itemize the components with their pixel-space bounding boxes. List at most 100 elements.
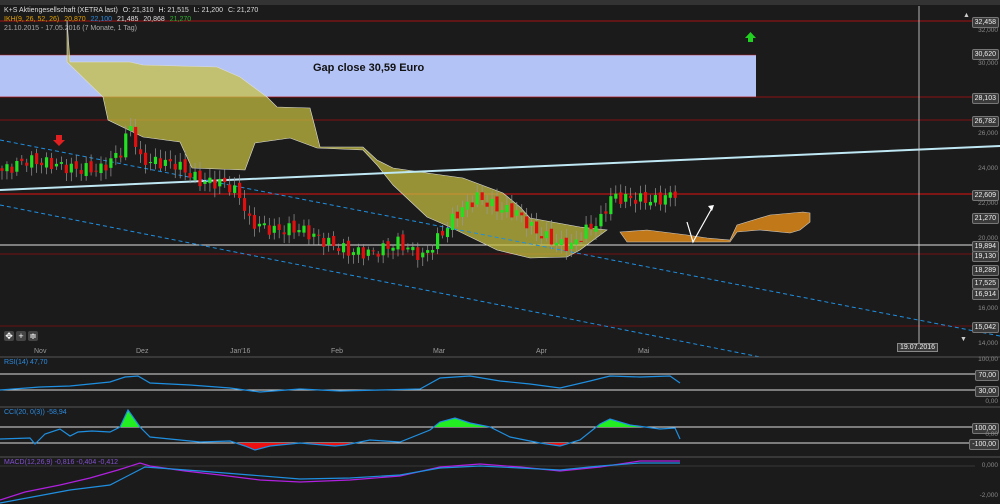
instrument-info: K+S Aktiengesellschaft (XETRA last) O: 2… bbox=[4, 7, 261, 14]
candle bbox=[391, 247, 395, 251]
candle bbox=[658, 192, 662, 205]
candle bbox=[564, 237, 568, 252]
price-tag: 18,289 bbox=[971, 265, 999, 276]
candle bbox=[252, 215, 257, 229]
chart-canvas[interactable] bbox=[0, 0, 1000, 504]
price-axis-label: 32,000 bbox=[978, 27, 998, 34]
cci-axis-label: 0,00 bbox=[985, 431, 998, 438]
candle bbox=[663, 195, 667, 205]
ikh-info: IKH(9, 26, 52, 26) 20,870 22,100 21,485 … bbox=[4, 16, 194, 23]
candle bbox=[544, 231, 549, 239]
candle bbox=[233, 185, 237, 193]
candle bbox=[15, 161, 19, 172]
candle bbox=[416, 247, 420, 260]
price-tag: 21,270 bbox=[971, 213, 999, 224]
close-value: C: 21,270 bbox=[227, 7, 259, 14]
candle bbox=[440, 230, 445, 236]
candle bbox=[188, 173, 192, 178]
candle bbox=[163, 159, 167, 166]
month-label: Jan'16 bbox=[230, 348, 251, 355]
candle bbox=[228, 184, 232, 193]
candle bbox=[554, 242, 558, 246]
candle bbox=[59, 162, 63, 164]
candle bbox=[54, 163, 59, 167]
instrument-name: K+S Aktiengesellschaft (XETRA last) bbox=[4, 7, 118, 14]
candle bbox=[559, 239, 563, 246]
price-axis-label: 14,000 bbox=[978, 340, 998, 347]
candle bbox=[223, 177, 227, 183]
candle bbox=[104, 164, 108, 171]
future-cloud bbox=[619, 211, 811, 243]
scroll-up-icon[interactable]: ▲ bbox=[963, 12, 970, 19]
trend-line[interactable] bbox=[0, 145, 1000, 191]
candle bbox=[594, 226, 598, 232]
candle bbox=[604, 211, 608, 214]
candle bbox=[25, 162, 29, 166]
red-down-arrow-icon bbox=[53, 135, 65, 146]
candle bbox=[445, 228, 450, 238]
candle bbox=[153, 156, 158, 165]
candle bbox=[173, 163, 177, 170]
candle bbox=[535, 221, 539, 234]
macd-label[interactable]: MACD(12,26,9) -0,816 -0,404 -0,412 bbox=[4, 459, 118, 466]
price-axis-label: 16,000 bbox=[978, 305, 998, 312]
candle bbox=[262, 223, 266, 226]
candle bbox=[579, 240, 583, 242]
candle bbox=[569, 242, 573, 250]
candle bbox=[406, 247, 410, 250]
candle bbox=[322, 237, 326, 247]
ikh-label[interactable]: IKH(9, 26, 52, 26) bbox=[4, 16, 59, 23]
price-tag: 15,042 bbox=[971, 322, 999, 333]
candle bbox=[510, 203, 514, 218]
candle bbox=[297, 230, 301, 233]
candle bbox=[178, 161, 182, 170]
candle bbox=[539, 236, 544, 239]
candle bbox=[267, 225, 271, 235]
high-value: H: 21,515 bbox=[158, 7, 189, 14]
candle bbox=[198, 170, 202, 187]
month-label: Mar bbox=[433, 348, 446, 355]
candle bbox=[361, 247, 365, 259]
date-range: 21.10.2015 - 17.05.2016 (7 Monate, 1 Tag… bbox=[4, 25, 137, 32]
scroll-down-icon[interactable]: ▼ bbox=[960, 336, 967, 343]
resize-icon[interactable]: ≑ bbox=[28, 331, 38, 341]
add-panel-icon[interactable]: + bbox=[16, 331, 26, 341]
candle bbox=[0, 168, 4, 171]
candle bbox=[99, 163, 103, 174]
candle bbox=[242, 198, 247, 211]
price-axis-label: 24,000 bbox=[978, 165, 998, 172]
candle bbox=[109, 158, 113, 168]
candle bbox=[599, 213, 603, 227]
month-label: Mai bbox=[638, 348, 650, 355]
candle bbox=[505, 205, 509, 213]
move-icon[interactable]: ✥ bbox=[4, 331, 14, 341]
candle bbox=[485, 202, 489, 207]
candle bbox=[218, 178, 222, 187]
rsi-axis-label: 0,00 bbox=[985, 398, 998, 405]
cci-label[interactable]: CCI(20, 0(3)) -58,94 bbox=[4, 409, 67, 416]
candle bbox=[337, 248, 341, 252]
price-tag: 30,620 bbox=[971, 49, 999, 60]
candle bbox=[44, 157, 49, 168]
price-axis-label: 26,000 bbox=[978, 130, 998, 137]
candle bbox=[366, 249, 370, 256]
candle bbox=[426, 250, 430, 253]
rsi-tag: 70,00 bbox=[975, 370, 999, 381]
candle bbox=[455, 211, 459, 219]
candle bbox=[346, 240, 351, 256]
channel-lower[interactable] bbox=[0, 204, 761, 358]
macd-axis-label: 0,000 bbox=[981, 462, 998, 469]
candle bbox=[475, 192, 479, 205]
candle bbox=[20, 158, 24, 162]
candle bbox=[609, 196, 613, 215]
month-label: Dez bbox=[136, 348, 149, 355]
candle bbox=[183, 159, 187, 173]
rsi-label[interactable]: RSI(14) 47,70 bbox=[4, 359, 48, 366]
candle bbox=[84, 163, 88, 177]
month-label: Apr bbox=[536, 348, 547, 355]
macd-signal-line bbox=[0, 460, 680, 501]
ikh-value: 20,868 bbox=[143, 16, 165, 23]
candle bbox=[119, 155, 123, 158]
candle bbox=[624, 193, 628, 202]
candle bbox=[436, 233, 440, 250]
